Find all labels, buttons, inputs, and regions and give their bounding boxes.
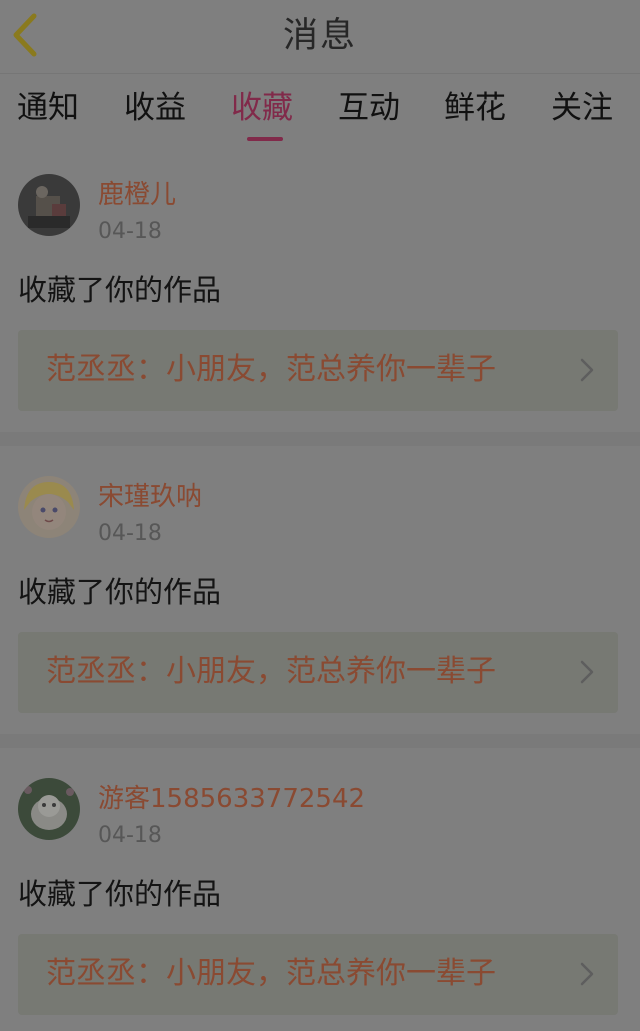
tab-flowers[interactable]: 鲜花 (444, 88, 506, 128)
avatar-image-icon (18, 778, 80, 840)
tab-follows[interactable]: 关注 (551, 88, 613, 128)
chevron-right-icon (580, 358, 594, 382)
username[interactable]: 鹿橙儿 (98, 178, 176, 212)
action-text: 收藏了你的作品 (18, 273, 222, 307)
chevron-right-icon (580, 962, 594, 986)
message-item: 鹿橙儿 04-18 收藏了你的作品 范丞丞：小朋友，范总养你一辈子 (0, 174, 640, 462)
avatar-image-icon (18, 174, 80, 236)
tab-earnings[interactable]: 收益 (124, 88, 186, 128)
avatar-image-icon (18, 476, 80, 538)
page-title: 消息 (282, 16, 357, 56)
avatar[interactable] (18, 778, 80, 840)
messages-screen: 消息 通知 收益 收藏 互动 鲜花 关注 鹿橙儿 04-18 收藏了你的作品 范… (0, 0, 640, 1031)
timestamp: 04-18 (98, 823, 162, 848)
work-link[interactable]: 范丞丞：小朋友，范总养你一辈子 (18, 934, 618, 1015)
message-item: 游客1585633772542 04-18 收藏了你的作品 范丞丞：小朋友，范总… (0, 778, 640, 1031)
timestamp: 04-18 (98, 219, 162, 244)
action-text: 收藏了你的作品 (18, 877, 222, 911)
action-text: 收藏了你的作品 (18, 575, 222, 609)
tab-interactions[interactable]: 互动 (338, 88, 400, 128)
tab-notifications[interactable]: 通知 (17, 88, 79, 128)
avatar[interactable] (18, 476, 80, 538)
chevron-right-icon (580, 660, 594, 684)
message-item: 宋瑾玖呐 04-18 收藏了你的作品 范丞丞：小朋友，范总养你一辈子 (0, 476, 640, 764)
work-link[interactable]: 范丞丞：小朋友，范总养你一辈子 (18, 632, 618, 713)
username[interactable]: 游客1585633772542 (98, 782, 365, 816)
username[interactable]: 宋瑾玖呐 (98, 480, 202, 514)
tab-bar: 通知 收益 收藏 互动 鲜花 关注 (0, 74, 640, 146)
tab-favorites[interactable]: 收藏 (231, 88, 293, 128)
header-bar: 消息 (0, 0, 640, 74)
avatar[interactable] (18, 174, 80, 236)
work-title: 范丞丞：小朋友，范总养你一辈子 (46, 956, 496, 991)
timestamp: 04-18 (98, 521, 162, 546)
active-tab-indicator (247, 137, 283, 141)
work-link[interactable]: 范丞丞：小朋友，范总养你一辈子 (18, 330, 618, 411)
work-title: 范丞丞：小朋友，范总养你一辈子 (46, 654, 496, 689)
section-divider (0, 432, 640, 446)
section-divider (0, 734, 640, 748)
work-title: 范丞丞：小朋友，范总养你一辈子 (46, 352, 496, 387)
